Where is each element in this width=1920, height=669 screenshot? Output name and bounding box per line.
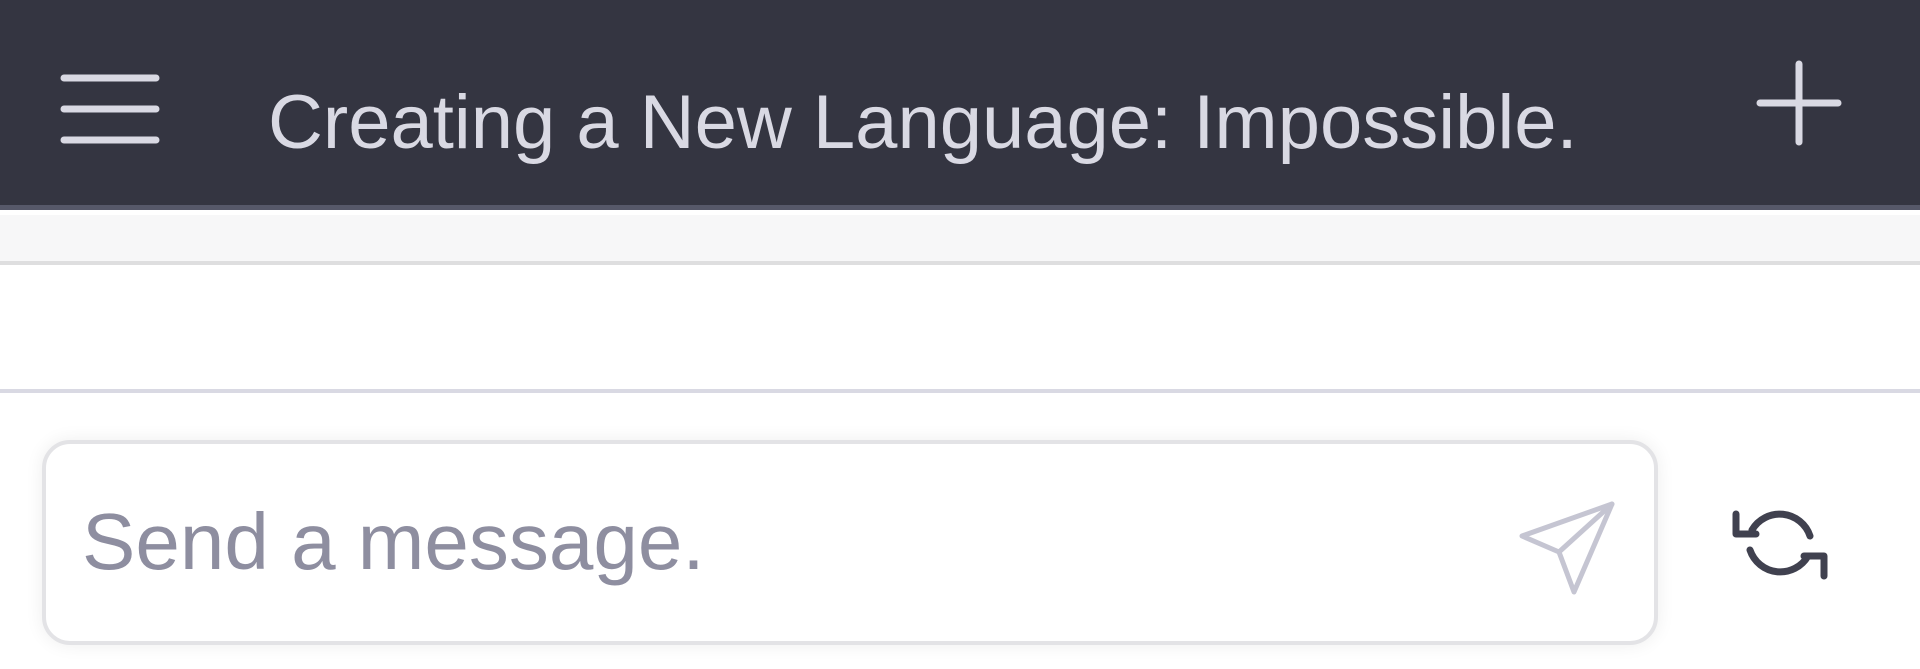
conversation-title: Creating a New Language: Impossible. (268, 80, 1578, 165)
conversation-spacer (0, 269, 1920, 393)
message-composer (42, 440, 1658, 645)
top-navigation-bar: Creating a New Language: Impossible. (0, 0, 1920, 210)
new-chat-button[interactable] (1752, 56, 1846, 150)
hamburger-menu-icon (50, 66, 160, 156)
plus-icon (1752, 56, 1846, 150)
conversation-bottom-strip (0, 215, 1920, 265)
message-input[interactable] (82, 490, 1482, 594)
open-sidebar-button[interactable] (50, 66, 160, 156)
refresh-icon (1730, 500, 1830, 590)
send-button[interactable] (1514, 494, 1624, 604)
paper-plane-send-icon (1514, 494, 1624, 604)
regenerate-button[interactable] (1730, 500, 1830, 590)
